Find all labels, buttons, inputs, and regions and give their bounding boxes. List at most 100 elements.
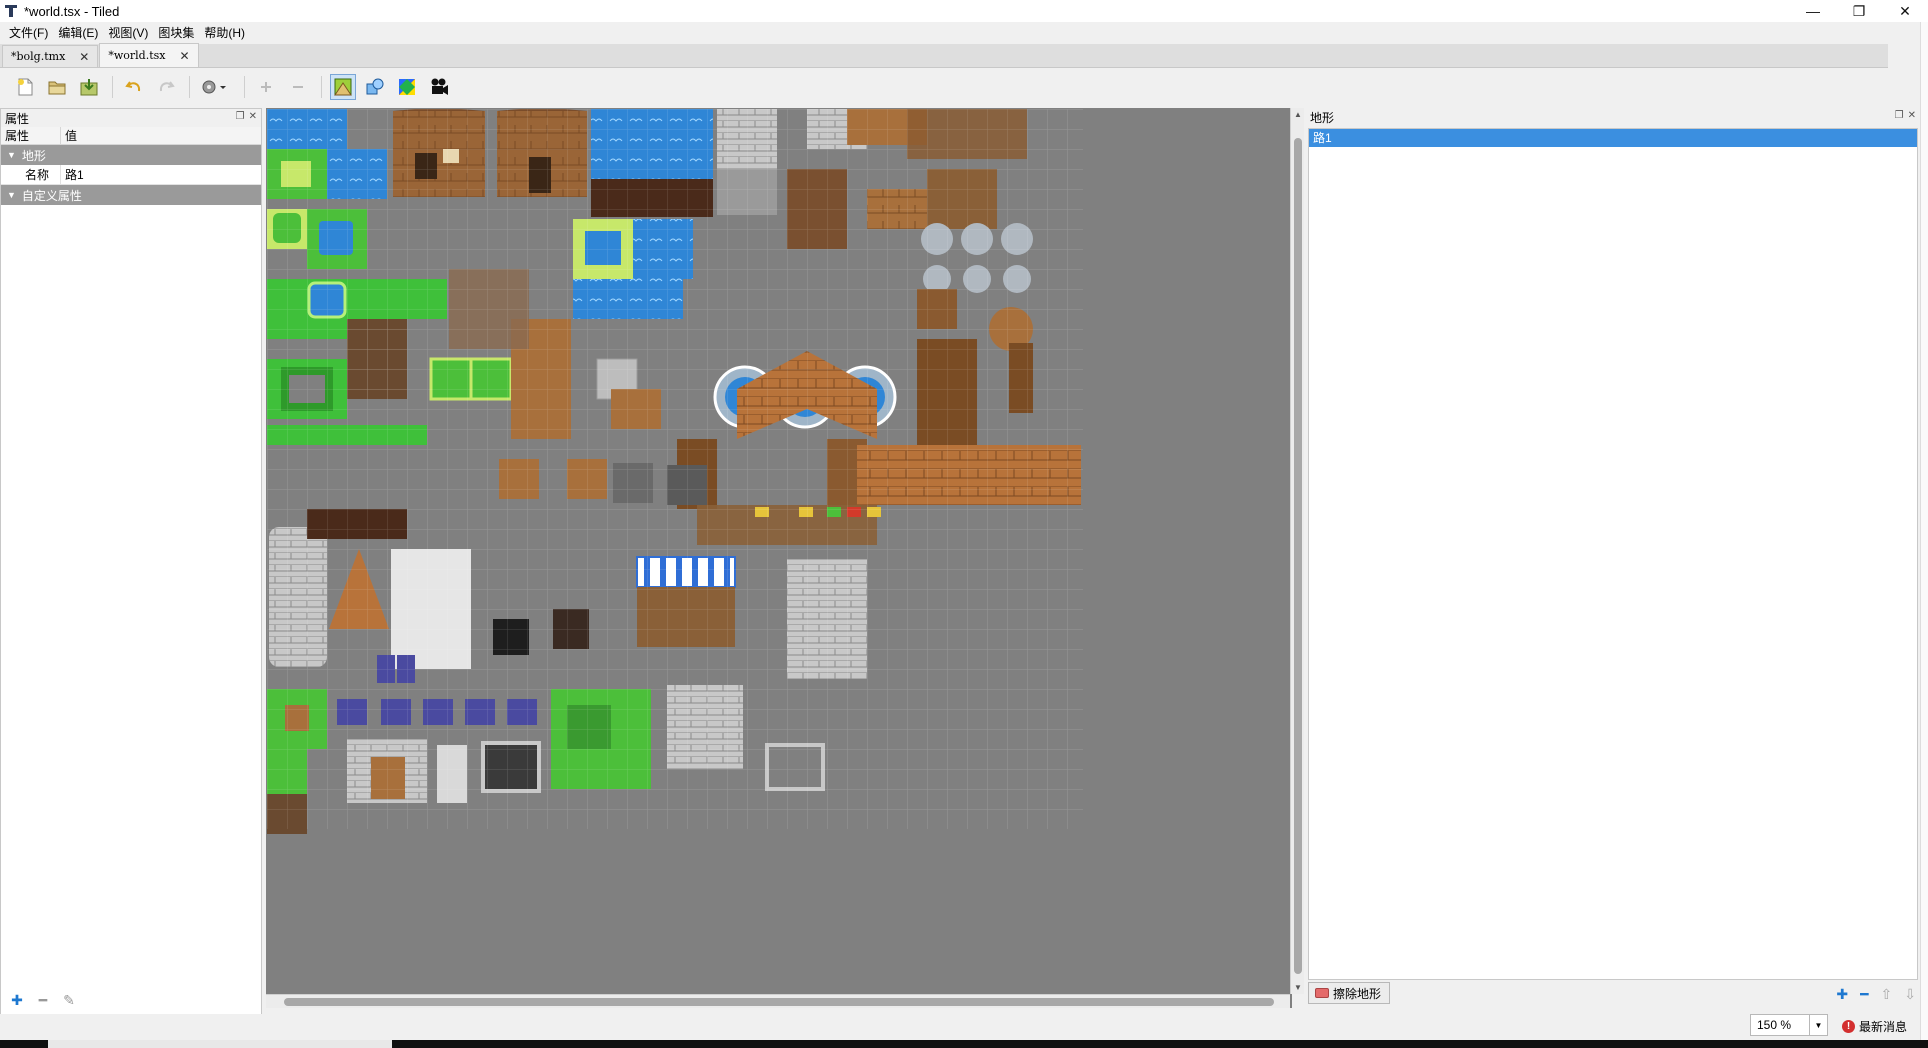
chevron-down-icon[interactable]: ▼ [1809, 1015, 1827, 1035]
tileset-view[interactable] [266, 108, 1292, 1008]
menu-file[interactable]: 文件(F) [4, 23, 53, 43]
tileset-vertical-scrollbar[interactable]: ▲ ▼ [1290, 108, 1304, 994]
group-terrain[interactable]: ▼ 地形 [1, 145, 261, 165]
undo-button[interactable] [121, 74, 147, 100]
close-window-button[interactable]: ✕ [1882, 0, 1928, 22]
tab-label: *bolg.tmx [11, 50, 66, 63]
terrain-dock-header: 地形 ❐ ✕ [1306, 108, 1920, 126]
tiled-window: *world.tsx - Tiled — ❐ ✕ 文件(F) 编辑(E) 视图(… [0, 0, 1928, 1048]
column-name[interactable]: 属性 [1, 127, 61, 144]
remove-terrain-icon[interactable]: ━ [1860, 986, 1868, 1003]
news-button[interactable]: ! 最新消息 [1842, 1018, 1907, 1035]
taskbar-strip [0, 1040, 1928, 1048]
terrain-title: 地形 [1310, 110, 1335, 125]
terrain-item-selected[interactable]: 路1 [1309, 129, 1917, 147]
animation-editor-icon [431, 78, 448, 95]
column-value[interactable]: 值 [61, 127, 77, 144]
redo-icon [159, 81, 175, 92]
toolbar-separator [189, 76, 190, 98]
properties-column-header: 属性 值 [1, 127, 261, 145]
undo-icon [125, 81, 141, 92]
document-tabs: *bolg.tmx ✕ *world.tsx ✕ [0, 43, 1888, 68]
scroll-thumb[interactable] [284, 998, 1274, 1006]
add-property-icon[interactable]: ✚ [9, 992, 25, 1009]
tile-palette-button[interactable] [394, 74, 420, 100]
scroll-down-icon[interactable]: ▼ [1294, 983, 1302, 992]
menu-bar: 文件(F) 编辑(E) 视图(V) 图块集 帮助(H) [0, 22, 1928, 44]
float-dock-icon[interactable]: ❐ [1895, 110, 1904, 121]
property-row-name: 名称 路1 [1, 165, 261, 185]
collapse-triangle-icon[interactable]: ▼ [7, 150, 16, 160]
close-icon[interactable]: ✕ [179, 49, 189, 63]
remove-tiles-button[interactable] [285, 74, 311, 100]
property-name-label: 名称 [1, 165, 61, 184]
tab-bolg-tmx[interactable]: *bolg.tmx ✕ [2, 45, 99, 67]
float-dock-icon[interactable]: ❐ [236, 111, 245, 122]
alert-icon: ! [1842, 1020, 1855, 1033]
tiled-app-icon [4, 4, 18, 18]
status-bar: 150 % ▼ ! 最新消息 [0, 1014, 1928, 1040]
properties-actions: ✚ ━ ✎ [9, 992, 77, 1009]
terrain-panel: 地形 ❐ ✕ 路1 擦除地形 ✚ ━ ⇧ ⇩ [1306, 108, 1920, 1038]
property-name-value[interactable]: 路1 [61, 165, 84, 184]
close-icon[interactable]: ✕ [249, 111, 257, 122]
minimize-button[interactable]: — [1790, 0, 1836, 22]
news-label: 最新消息 [1859, 1020, 1908, 1034]
collision-editor-icon [366, 78, 384, 95]
menu-edit[interactable]: 编辑(E) [53, 23, 103, 43]
tileset-properties-button[interactable] [198, 74, 234, 100]
title-bar: *world.tsx - Tiled — ❐ ✕ [0, 0, 1928, 22]
main-toolbar [0, 68, 1888, 106]
group-custom-properties[interactable]: ▼ 自定义属性 [1, 185, 261, 205]
zoom-value: 150 % [1757, 1018, 1792, 1032]
new-file-icon [18, 78, 33, 96]
tab-label: *world.tsx [108, 49, 166, 62]
eraser-icon [1315, 988, 1329, 998]
zoom-combobox[interactable]: 150 % ▼ [1750, 1014, 1828, 1036]
menu-tileset[interactable]: 图块集 [153, 23, 199, 43]
window-edge [1920, 22, 1928, 1040]
erase-terrain-label: 擦除地形 [1333, 986, 1382, 1001]
tile-palette-icon [399, 79, 415, 95]
move-up-icon[interactable]: ⇧ [1881, 986, 1893, 1003]
collision-editor-button[interactable] [362, 74, 388, 100]
toolbar-separator [321, 76, 322, 98]
remove-property-icon[interactable]: ━ [35, 992, 51, 1009]
terrain-edit-button[interactable] [330, 74, 356, 100]
add-tiles-button[interactable] [253, 74, 279, 100]
scroll-thumb[interactable] [1294, 138, 1302, 974]
open-button[interactable] [44, 74, 70, 100]
move-down-icon[interactable]: ⇩ [1904, 986, 1916, 1003]
toolbar-separator [244, 76, 245, 98]
restore-button[interactable]: ❐ [1836, 0, 1882, 22]
add-terrain-icon[interactable]: ✚ [1836, 986, 1848, 1003]
terrain-actions: ✚ ━ ⇧ ⇩ [1836, 986, 1916, 1003]
add-tiles-icon [261, 82, 271, 92]
new-button[interactable] [12, 74, 38, 100]
window-controls: — ❐ ✕ [1790, 0, 1928, 22]
remove-tiles-icon [293, 86, 303, 88]
terrain-list: 路1 [1308, 128, 1918, 980]
group-custom-label: 自定义属性 [21, 188, 82, 203]
tileset-properties-icon [202, 80, 226, 94]
tab-world-tsx[interactable]: *world.tsx ✕ [99, 43, 199, 67]
toolbar-separator [112, 76, 113, 98]
properties-dock-header: 属性 ❐ ✕ [1, 109, 261, 127]
rename-property-icon[interactable]: ✎ [61, 992, 77, 1009]
redo-button[interactable] [153, 74, 179, 100]
menu-view[interactable]: 视图(V) [103, 23, 153, 43]
close-icon[interactable]: ✕ [79, 50, 89, 64]
animation-editor-button[interactable] [426, 74, 452, 100]
tileset-image[interactable] [267, 109, 1271, 994]
properties-panel: 属性 ❐ ✕ 属性 值 ▼ 地形 名称 路1 ▼ 自定义属性 ✚ ━ ✎ [0, 108, 262, 1038]
scroll-up-icon[interactable]: ▲ [1294, 110, 1302, 119]
group-terrain-label: 地形 [21, 148, 46, 163]
collapse-triangle-icon[interactable]: ▼ [7, 190, 16, 200]
menu-help[interactable]: 帮助(H) [199, 23, 250, 43]
tileset-horizontal-scrollbar[interactable] [266, 994, 1290, 1008]
save-button[interactable] [76, 74, 102, 100]
properties-title: 属性 [5, 111, 30, 126]
erase-terrain-button[interactable]: 擦除地形 [1308, 982, 1390, 1004]
close-icon[interactable]: ✕ [1908, 110, 1916, 121]
window-title: *world.tsx - Tiled [24, 3, 120, 19]
